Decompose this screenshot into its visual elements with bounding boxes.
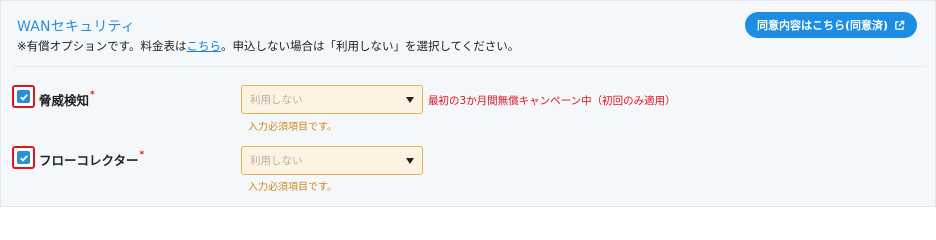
campaign-notice: 最初の3か月間無償キャンペーン中（初回のみ適用） [428,95,676,107]
external-link-icon [895,20,905,30]
section-title: WANセキュリティ [17,19,136,35]
threat-detection-checkbox[interactable] [12,85,35,108]
required-message: 入力必須項目です。 [248,182,337,193]
caret-down-icon [406,96,414,103]
checkbox-checked [17,151,30,164]
flow-collector-label-text: フローコレクター [39,153,139,168]
pricing-note: ※有償オプションです。料金表はこちら。申込しない場合は「利用しない」を選択してく… [17,38,519,54]
select-value: 利用しない [250,155,303,167]
checkbox-checked [17,90,30,103]
check-icon [19,93,28,101]
select-value: 利用しない [250,94,303,106]
wan-security-panel: WANセキュリティ ※有償オプションです。料金表はこちら。申込しない場合は「利用… [0,0,936,207]
caret-down-icon [406,157,414,164]
flow-collector-checkbox[interactable] [12,146,35,169]
section-divider [13,66,925,67]
threat-detection-label-text: 脅威検知 [39,93,90,108]
threat-detection-label: 脅威検知* [39,90,95,109]
pricing-link[interactable]: こちら [186,39,221,53]
note-suffix: 。申込しない場合は「利用しない」を選択してください。 [220,39,520,53]
check-icon [19,154,28,162]
required-message: 入力必須項目です。 [248,122,337,133]
required-mark: * [139,150,145,160]
required-mark: * [90,90,95,100]
flow-collector-label: フローコレクター* [39,150,144,169]
note-prefix: ※有償オプションです。料金表は [17,39,187,53]
agreement-button[interactable]: 同意内容はこちら(同意済) [745,12,917,38]
agreement-button-label: 同意内容はこちら(同意済) [756,19,889,32]
threat-detection-select[interactable]: 利用しない [241,85,423,114]
flow-collector-select[interactable]: 利用しない [241,146,423,175]
